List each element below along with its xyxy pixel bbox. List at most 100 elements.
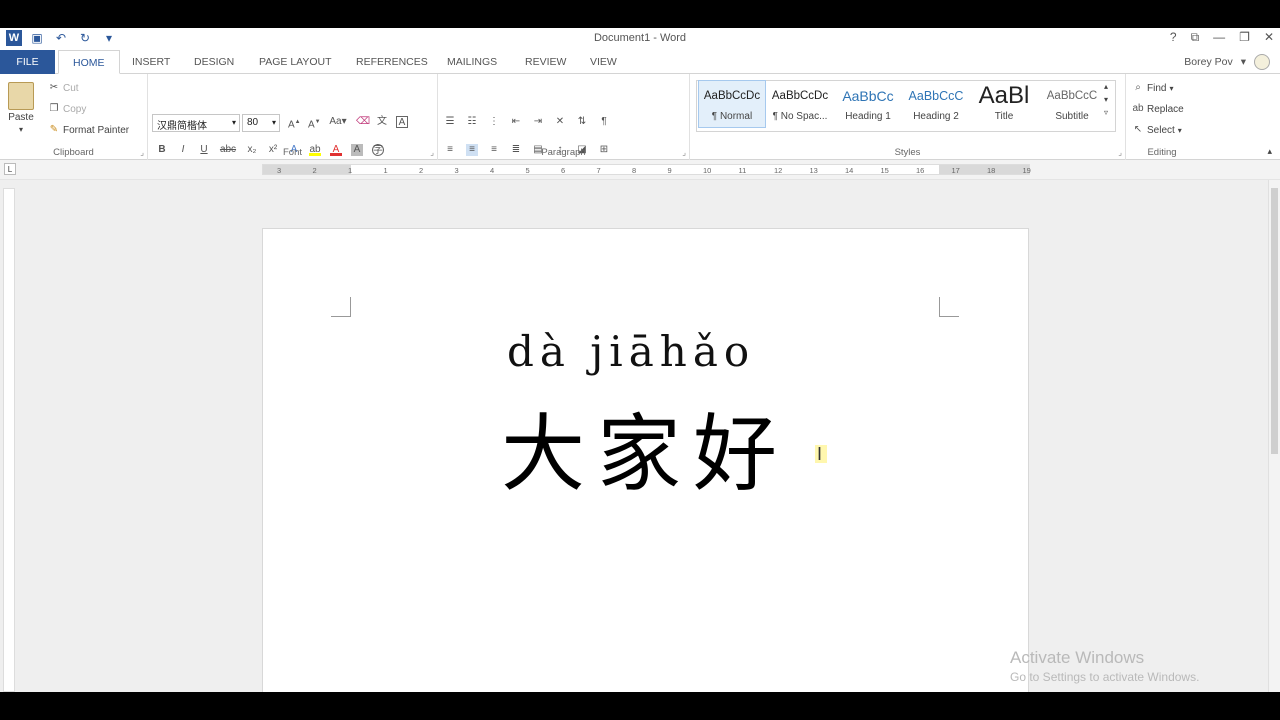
ruler-mark: 5 [525, 166, 530, 175]
chevron-down-icon[interactable]: ▾ [1104, 95, 1108, 104]
collapse-ribbon-icon[interactable]: ▴ [1267, 146, 1272, 157]
crop-mark-top-left [331, 297, 351, 317]
minimize-icon[interactable]: — [1213, 30, 1225, 45]
dialog-launcher-icon[interactable]: ⌟ [682, 148, 686, 157]
cut-button[interactable]: ✂ Cut [48, 82, 79, 94]
style-heading-1[interactable]: AaBbCc Heading 1 [834, 80, 902, 128]
watermark-title: Activate Windows [1010, 648, 1145, 667]
change-case-icon[interactable]: Aa▾ [328, 116, 348, 128]
chevron-down-icon: ▾ [1240, 56, 1246, 68]
style-preview: AaBbCcC [908, 89, 964, 103]
increase-indent-icon[interactable]: ⇥ [532, 116, 544, 128]
styles-scroll[interactable]: ▴ ▾ ▿ [1104, 82, 1108, 117]
style-preview: AaBbCc [842, 88, 894, 104]
dialog-launcher-icon[interactable]: ⌟ [140, 148, 144, 157]
vertical-scrollbar[interactable] [1268, 180, 1280, 692]
numbering-icon[interactable]: ☷ [466, 116, 478, 128]
clipboard-group: Paste ▾ ✂ Cut ❐ Copy ✎ Format Painter Cl… [0, 74, 148, 160]
tab-mailings[interactable]: MAILINGS [433, 50, 511, 74]
ruler-mark: 10 [703, 166, 712, 175]
find-label: Find [1147, 82, 1167, 94]
tab-file[interactable]: FILE [0, 50, 55, 74]
copy-icon: ❐ [49, 103, 59, 114]
chevron-down-icon[interactable]: ▾ [272, 118, 276, 127]
tab-selector-icon[interactable]: L [4, 163, 16, 175]
phonetic-guide-icon[interactable]: 文 [376, 116, 388, 128]
ruler-mark: 7 [596, 166, 601, 175]
font-size-box[interactable]: 80 ▾ [242, 114, 280, 132]
scissors-icon: ✂ [49, 82, 59, 93]
document-workspace: dà jiāhǎo 大家好 I [0, 180, 1280, 692]
style-preview: AaBbCcDc [703, 90, 761, 102]
copy-button[interactable]: ❐ Copy [48, 103, 87, 115]
shrink-font-icon[interactable]: A▼ [308, 116, 321, 130]
window-controls: ? ⧉ — ❐ ✕ [1170, 30, 1274, 45]
ruler-mark: 2 [312, 166, 317, 175]
tab-insert[interactable]: INSERT [118, 50, 184, 74]
paste-label: Paste [8, 112, 34, 123]
chevron-down-icon[interactable]: ▾ [232, 118, 236, 127]
font-group: 汉鼎简楷体 ▾ 80 ▾ A▲ A▼ Aa▾ ⌫ 文 A B I U abc x… [148, 74, 438, 160]
show-hide-marks-icon[interactable]: ¶ [598, 116, 610, 128]
ruler-mark: 6 [561, 166, 566, 175]
dialog-launcher-icon[interactable]: ⌟ [1118, 148, 1122, 157]
style-subtitle[interactable]: AaBbCcC Subtitle [1038, 80, 1106, 128]
clipboard-group-label: Clipboard [53, 147, 94, 158]
ruler-mark: 1 [348, 166, 353, 175]
format-painter-button[interactable]: ✎ Format Painter [48, 124, 129, 136]
grow-font-icon[interactable]: A▲ [288, 116, 301, 130]
style-preview: AaBl [978, 82, 1030, 109]
replace-icon: ab [1132, 103, 1144, 114]
sort-icon[interactable]: ⇅ [576, 116, 588, 128]
user-account[interactable]: Borey Pov ▾ [1184, 54, 1270, 70]
tab-view[interactable]: VIEW [576, 50, 631, 74]
user-name: Borey Pov [1184, 56, 1233, 68]
binoculars-icon: ⌕ [1135, 82, 1141, 93]
decrease-indent-icon[interactable]: ⇤ [510, 116, 522, 128]
dialog-launcher-icon[interactable]: ⌟ [430, 148, 434, 157]
title-bar: W ▣ ↶ ↻ ▾ Document1 - Word ? ⧉ — ❐ ✕ [0, 28, 1280, 50]
tab-home[interactable]: HOME [58, 50, 120, 74]
bullets-icon[interactable]: ☰ [444, 116, 456, 128]
pinyin-line[interactable]: dà jiāhǎo [507, 327, 755, 376]
replace-button[interactable]: ab Replace [1132, 103, 1184, 115]
style-no-spacing[interactable]: AaBbCcDc ¶ No Spac... [766, 80, 834, 128]
help-icon[interactable]: ? [1170, 30, 1177, 45]
font-name-box[interactable]: 汉鼎简楷体 ▾ [152, 114, 240, 132]
multilevel-list-icon[interactable]: ⋮ [488, 116, 500, 128]
chinese-text-line[interactable]: 大家好 [501, 387, 789, 508]
styles-group-label: Styles [894, 147, 921, 158]
horizontal-ruler: L 3 2 1 1 2 3 4 5 6 7 8 9 10 11 12 13 14 15 16 17 18 19 [0, 160, 1280, 180]
style-preview: AaBbCcDc [771, 90, 829, 102]
document-page[interactable]: dà jiāhǎo 大家好 I [262, 228, 1029, 692]
style-name: Title [994, 111, 1014, 122]
character-border-icon[interactable]: A [396, 116, 408, 128]
tab-page-layout[interactable]: PAGE LAYOUT [245, 50, 346, 74]
tab-review[interactable]: REVIEW [511, 50, 580, 74]
tab-references[interactable]: REFERENCES [342, 50, 442, 74]
font-size-value: 80 [247, 117, 259, 128]
asian-layout-icon[interactable]: ✕ [554, 116, 566, 128]
paste-button[interactable]: Paste ▾ [8, 82, 34, 134]
scrollbar-thumb[interactable] [1271, 188, 1278, 454]
crop-mark-top-right [939, 297, 959, 317]
clear-formatting-icon[interactable]: ⌫ [356, 116, 370, 128]
select-button[interactable]: ↖ Select ▾ [1132, 124, 1182, 136]
more-icon[interactable]: ▿ [1104, 108, 1108, 117]
find-button[interactable]: ⌕ Find ▾ [1132, 82, 1173, 94]
style-title[interactable]: AaBl Title [970, 80, 1038, 128]
chevron-down-icon: ▾ [1177, 125, 1182, 135]
ruler-bar[interactable]: 3 2 1 1 2 3 4 5 6 7 8 9 10 11 12 13 14 15 16 17 18 19 [262, 164, 1031, 175]
close-icon[interactable]: ✕ [1264, 30, 1274, 45]
chevron-down-icon: ▾ [18, 125, 23, 134]
tab-design[interactable]: DESIGN [180, 50, 248, 74]
replace-label: Replace [1147, 103, 1184, 115]
window-title: Document1 - Word [593, 32, 687, 44]
style-name: Subtitle [1055, 111, 1089, 122]
style-normal[interactable]: AaBbCcDc ¶ Normal [698, 80, 766, 128]
ruler-mark: 3 [454, 166, 459, 175]
restore-icon[interactable]: ❐ [1239, 30, 1250, 45]
chevron-up-icon[interactable]: ▴ [1104, 82, 1108, 91]
style-heading-2[interactable]: AaBbCcC Heading 2 [902, 80, 970, 128]
ribbon-display-options-icon[interactable]: ⧉ [1191, 30, 1200, 45]
